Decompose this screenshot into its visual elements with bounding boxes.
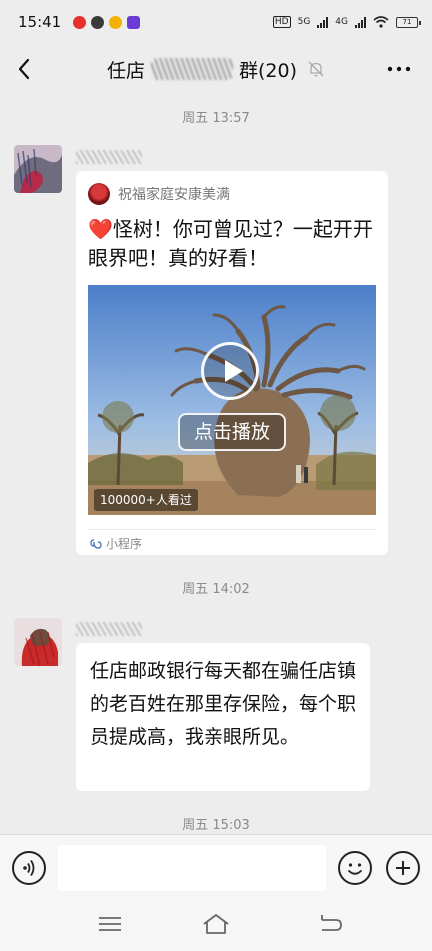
emoji-icon[interactable]: [338, 851, 372, 885]
weibo-notification-icon: [73, 15, 87, 29]
signal-5g-icon: [317, 16, 329, 28]
play-icon[interactable]: [201, 342, 259, 400]
message-timestamp: 周五 15:03: [182, 818, 250, 833]
voice-icon[interactable]: [12, 851, 46, 885]
battery-level: 71: [402, 18, 412, 26]
menu-icon[interactable]: [96, 912, 124, 936]
title-redaction: [151, 58, 233, 80]
source-logo-icon: [88, 183, 110, 205]
chat-title-prefix: 任店: [106, 59, 145, 82]
mini-program-label: 小程序: [106, 537, 143, 551]
status-notification-icons: [73, 15, 141, 29]
sender-name-redacted: [76, 150, 142, 164]
net-5g-label: 5G: [297, 17, 311, 27]
more-dots-icon[interactable]: [386, 59, 412, 79]
card-footer: 小程序: [90, 535, 142, 552]
chat-header: 任店 群(20): [0, 44, 432, 94]
wifi-icon: [373, 16, 389, 28]
card-source: 祝福家庭安康美满: [88, 183, 230, 205]
status-bar: 15:41 HD 5G 4G 71: [0, 0, 432, 44]
message-timestamp: 周五 13:57: [182, 111, 250, 126]
view-count-badge: 100000+人看过: [94, 489, 198, 511]
card-title-text: 怪树！你可曾见过？一起开开眼界吧！真的好看！: [88, 217, 373, 270]
heart-emoji: ❤️: [88, 217, 113, 241]
mini-program-icon: [90, 538, 102, 549]
app-notification-icon: [127, 15, 141, 29]
card-video-thumbnail[interactable]: 点击播放 100000+人看过: [88, 285, 376, 515]
text-message-bubble[interactable]: 任店邮政银行每天都在骗任店镇的老百姓在那里存保险，每个职员提成高，我亲眼所见。: [76, 643, 370, 791]
net-4g-label: 4G: [335, 17, 348, 27]
sender-avatar[interactable]: [14, 145, 62, 193]
plus-icon[interactable]: [386, 851, 420, 885]
status-time: 15:41: [18, 13, 62, 31]
home-icon[interactable]: [202, 912, 230, 936]
sender-name-redacted: [76, 622, 142, 636]
navigation-notification-icon: [91, 15, 105, 29]
sender-avatar[interactable]: [14, 618, 62, 666]
chat-title[interactable]: 任店 群(20): [107, 56, 325, 83]
hd-indicator: HD: [272, 16, 291, 28]
mini-program-card[interactable]: 祝福家庭安康美满 ❤️怪树！你可曾见过？一起开开眼界吧！真的好看！ 点击播放 1…: [76, 171, 388, 555]
battery-icon: 71: [396, 16, 421, 28]
status-indicators: HD 5G 4G 71: [272, 16, 421, 28]
message-input[interactable]: [58, 845, 326, 891]
system-navigation-bar: [0, 900, 432, 951]
return-icon[interactable]: [316, 912, 344, 936]
card-divider: [88, 529, 376, 530]
back-arrow-icon[interactable]: [14, 56, 36, 82]
baobab-tree-image: [88, 285, 376, 515]
chat-input-bar: [0, 834, 432, 900]
card-title: ❤️怪树！你可曾见过？一起开开眼界吧！真的好看！: [88, 215, 380, 273]
click-to-play-button[interactable]: 点击播放: [178, 413, 286, 451]
signal-4g-icon: [355, 16, 366, 28]
message-timestamp: 周五 14:02: [182, 582, 250, 597]
mute-bell-icon: [308, 61, 324, 77]
chat-title-suffix: 群(20): [239, 59, 298, 82]
card-source-name: 祝福家庭安康美满: [118, 187, 230, 203]
sina-notification-icon: [109, 15, 123, 29]
